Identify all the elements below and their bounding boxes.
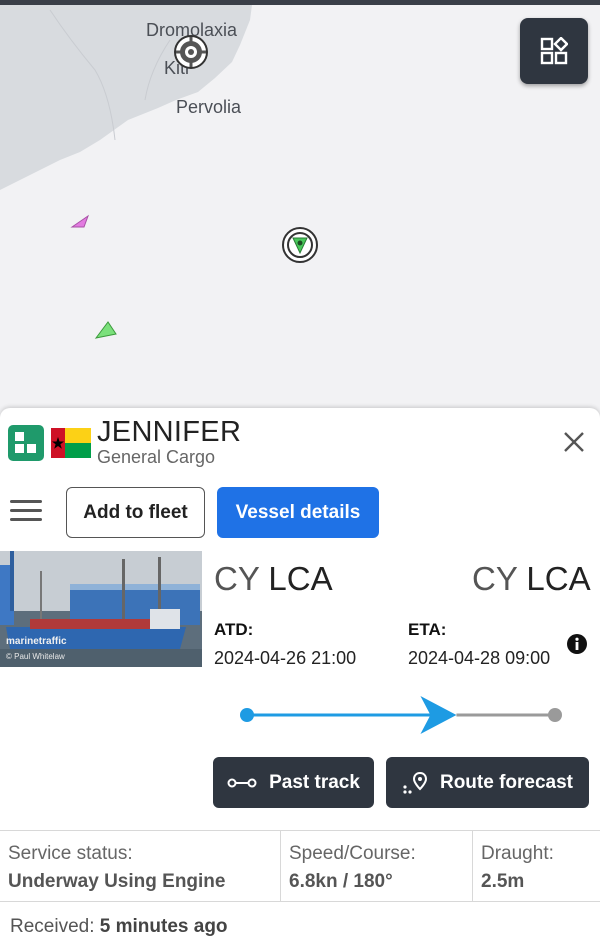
ship-icon[interactable]: [94, 320, 120, 347]
departure-port[interactable]: CY LCA: [214, 560, 333, 598]
vessel-details-button[interactable]: Vessel details: [217, 487, 379, 538]
app-logo-icon: [8, 425, 44, 461]
speed-course: Speed/Course: 6.8kn / 180°: [280, 831, 472, 901]
received-label: Received:: [10, 916, 95, 937]
departure-port-code: LCA: [268, 560, 333, 597]
draught-label: Draught:: [481, 843, 554, 864]
service-status: Service status: Underway Using Engine: [0, 831, 280, 901]
layers-grid-icon[interactable]: [520, 18, 588, 84]
vessel-selected-icon[interactable]: [281, 226, 319, 269]
add-to-fleet-button[interactable]: Add to fleet: [66, 487, 205, 538]
atd-label: ATD:: [214, 620, 254, 639]
flag-icon: [51, 428, 91, 458]
past-track-icon: [227, 778, 257, 787]
received-value: 5 minutes ago: [99, 916, 228, 937]
service-status-value: Underway Using Engine: [8, 871, 226, 892]
vessel-type: General Cargo: [97, 447, 216, 467]
land-mass: [0, 5, 252, 190]
past-track-button[interactable]: Past track: [213, 757, 374, 808]
map-view[interactable]: Dromolaxia Kiti Pervolia: [0, 0, 600, 420]
arrival-country-code: CY: [472, 560, 518, 597]
speed-course-label: Speed/Course:: [289, 843, 416, 864]
service-status-label: Service status:: [8, 843, 133, 864]
close-icon[interactable]: [560, 428, 588, 456]
hamburger-menu-icon[interactable]: [10, 500, 42, 524]
atd-value: 2024-04-26 21:00: [214, 648, 357, 668]
received-status: Received: 5 minutes ago: [10, 916, 228, 938]
vessel-name: JENNIFER: [97, 416, 242, 448]
voyage-progress-bar: [240, 696, 562, 734]
draught-value: 2.5m: [481, 871, 525, 892]
speed-course-value: 6.8kn / 180°: [289, 871, 393, 892]
ship-icon[interactable]: [70, 214, 92, 235]
progress-start-dot: [240, 708, 254, 722]
info-icon[interactable]: [567, 634, 587, 654]
past-track-label: Past track: [269, 771, 360, 793]
departure-country-code: CY: [214, 560, 260, 597]
vessel-photo[interactable]: marinetraffic © Paul Whitelaw: [0, 551, 202, 667]
photo-credit: © Paul Whitelaw: [6, 652, 65, 661]
photo-watermark: marinetraffic: [6, 636, 67, 647]
place-label-pervolia: Pervolia: [176, 97, 242, 117]
progress-end-dot: [548, 708, 562, 722]
vessel-stats: Service status: Underway Using Engine Sp…: [0, 830, 600, 902]
vessel-map-screen: Dromolaxia Kiti Pervolia JENNIFER Genera…: [0, 0, 600, 949]
eta-label: ETA:: [408, 620, 447, 639]
port-gear-icon[interactable]: [173, 34, 209, 75]
route-forecast-icon: [403, 771, 427, 794]
route-forecast-button[interactable]: Route forecast: [386, 757, 589, 808]
arrival-port-code: LCA: [526, 560, 591, 597]
route-forecast-label: Route forecast: [439, 771, 574, 793]
eta-value: 2024-04-28 09:00: [408, 648, 551, 668]
arrival-port[interactable]: CY LCA: [472, 560, 591, 598]
draught: Draught: 2.5m: [472, 831, 600, 901]
